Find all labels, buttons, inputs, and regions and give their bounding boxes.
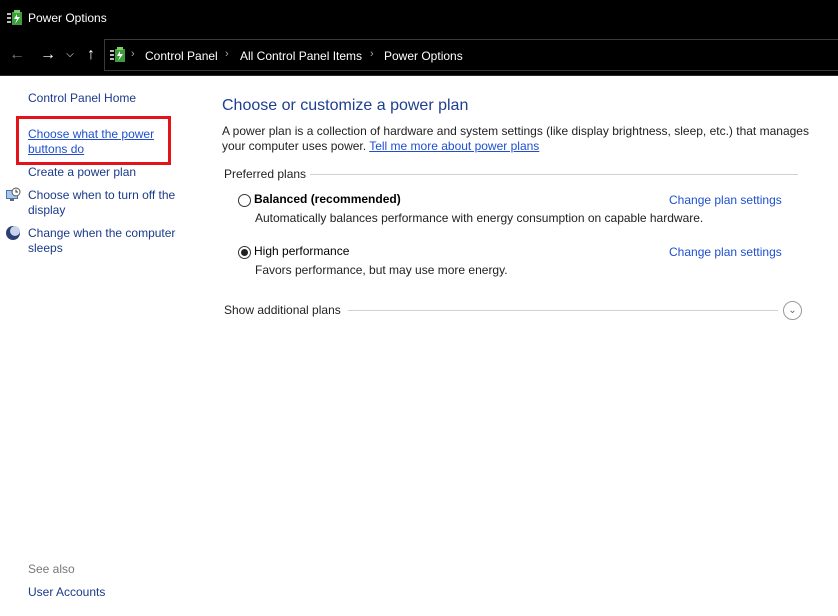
sidebar-item-user-accounts[interactable]: User Accounts (28, 585, 105, 600)
power-options-icon (7, 10, 22, 25)
power-options-icon (110, 47, 125, 62)
breadcrumb-all-items[interactable]: All Control Panel Items (240, 49, 362, 63)
sidebar-item-power-buttons[interactable]: Choose what the power buttons do (28, 127, 168, 157)
display-clock-icon (6, 187, 21, 201)
change-plan-settings-balanced[interactable]: Change plan settings (669, 193, 782, 207)
back-arrow-icon[interactable]: ← (6, 44, 28, 66)
plan-desc-high-performance: Favors performance, but may use more ene… (255, 263, 508, 277)
page-title: Choose or customize a power plan (222, 97, 469, 114)
sidebar-item-turn-off-display[interactable]: Choose when to turn off the display (28, 188, 188, 218)
page-description: A power plan is a collection of hardware… (222, 124, 812, 154)
chevron-down-icon[interactable]: ⌵ (62, 44, 78, 66)
divider (310, 174, 798, 175)
breadcrumb-power-options[interactable]: Power Options (384, 49, 463, 63)
moon-sleep-icon (6, 226, 20, 240)
show-additional-plans-label[interactable]: Show additional plans (224, 303, 341, 317)
up-arrow-icon[interactable]: ↑ (80, 44, 102, 66)
navigation-bar: ← → ⌵ ↑ › Control Panel › All Control Pa… (0, 36, 838, 76)
plan-name-balanced[interactable]: Balanced (recommended) (254, 192, 401, 206)
expand-chevron-icon[interactable]: ⌄ (783, 301, 802, 320)
sidebar-control-panel-home[interactable]: Control Panel Home (28, 91, 136, 106)
breadcrumb-separator: › (225, 48, 229, 60)
plan-name-high-performance[interactable]: High performance (254, 244, 349, 258)
high-performance-radio[interactable] (238, 246, 251, 259)
forward-arrow-icon[interactable]: → (37, 44, 59, 66)
preferred-plans-label: Preferred plans (224, 167, 307, 181)
sidebar-item-computer-sleeps[interactable]: Change when the computer sleeps (28, 226, 188, 256)
plan-desc-balanced: Automatically balances performance with … (255, 211, 704, 225)
balanced-radio[interactable] (238, 194, 251, 207)
breadcrumb-separator: › (370, 48, 374, 60)
divider (348, 310, 778, 311)
breadcrumb-control-panel[interactable]: Control Panel (145, 49, 218, 63)
see-also-heading: See also (28, 562, 75, 576)
address-bar[interactable]: › Control Panel › All Control Panel Item… (104, 39, 838, 71)
change-plan-settings-high-performance[interactable]: Change plan settings (669, 245, 782, 259)
sidebar-item-create-plan[interactable]: Create a power plan (28, 165, 136, 180)
title-bar: Power Options (0, 0, 838, 36)
window-title: Power Options (28, 11, 107, 25)
tell-me-more-link[interactable]: Tell me more about power plans (369, 139, 539, 153)
breadcrumb-separator: › (131, 48, 135, 60)
